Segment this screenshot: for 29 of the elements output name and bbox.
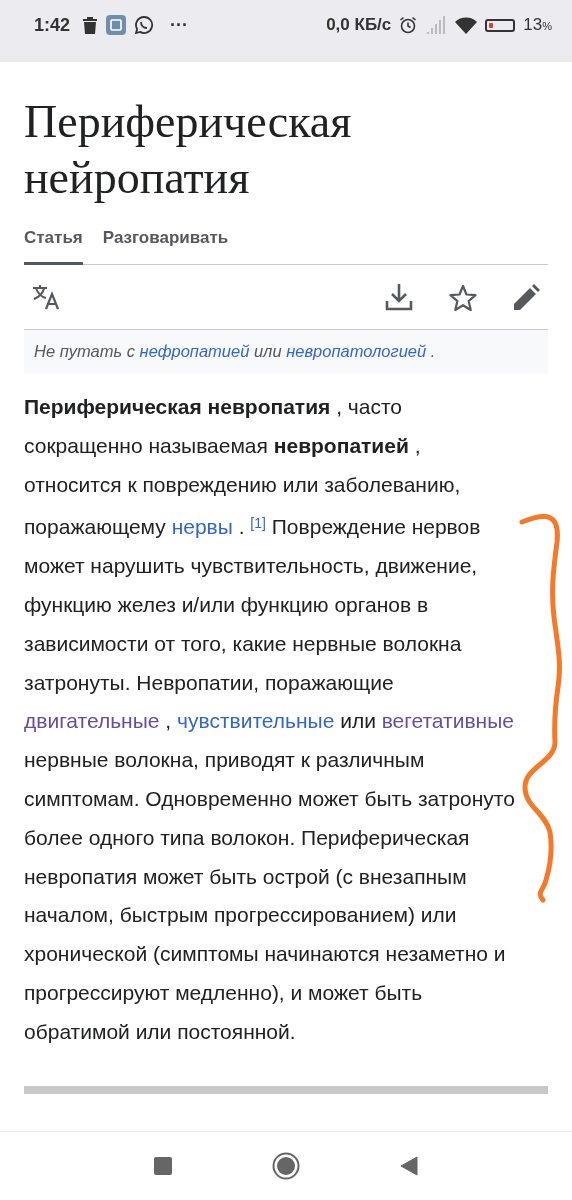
article-title: Периферическая нейропатия xyxy=(24,95,353,205)
alarm-icon xyxy=(399,16,418,34)
article-tab[interactable]: Разговаривать xyxy=(102,228,229,265)
article-link[interactable]: нефропатией xyxy=(139,342,250,360)
back-button-icon[interactable] xyxy=(400,1156,418,1176)
wifi-icon xyxy=(455,16,478,34)
signal-icon xyxy=(425,16,448,34)
network-speed: 0,0 КБ/с xyxy=(326,15,392,35)
battery-icon xyxy=(485,18,516,32)
article-link[interactable]: чувствительные xyxy=(177,709,335,733)
more-notifications: ··· xyxy=(170,14,188,36)
gallery-icon xyxy=(106,15,127,35)
article-link[interactable]: двигательные xyxy=(24,709,160,733)
download-icon[interactable] xyxy=(385,283,413,311)
article-paragraph: Периферическая невропатия , часто сокращенно называемая невропатией , относится к повреждению или заболеванию, поражающему нервы . $^{[1]}$ Повреждение нервов может нарушить чувствительность, движение, функцию желез и/или функцию органов в зависимости от того, какие нервные волокна затронуты. Невропатии, поражающие двигательные , чувствительные или вегетативные нервные волокна, приводят к различным симптомам. Одновременно может быть затронуто более одного типа волокон. Периферическая невропатия может быть острой (с внезапным началом, быстрым прогрессированием) или хронической (симптомы начинаются незаметно и прогрессируют медленно), и может быть обратимой или постоянной. xyxy=(24,394,516,1045)
clock: 1:42 xyxy=(34,14,71,36)
article-tab[interactable]: Статья xyxy=(24,228,83,265)
trash-icon xyxy=(82,16,99,34)
translate-icon[interactable] xyxy=(32,284,62,310)
article-link[interactable]: нервы xyxy=(171,515,233,539)
article-link[interactable]: вегетативные xyxy=(381,709,514,733)
article-link[interactable]: невропатологией xyxy=(286,342,427,360)
home-button-icon[interactable] xyxy=(272,1152,300,1180)
chat-icon xyxy=(134,15,155,35)
edit-icon[interactable] xyxy=(513,283,540,311)
battery-percent: 13% xyxy=(523,15,552,35)
hatnote: Не путать с нефропатией или невропатологией . xyxy=(24,330,548,374)
star-icon[interactable] xyxy=(449,283,477,311)
reference-link[interactable]: [1] xyxy=(250,515,266,532)
